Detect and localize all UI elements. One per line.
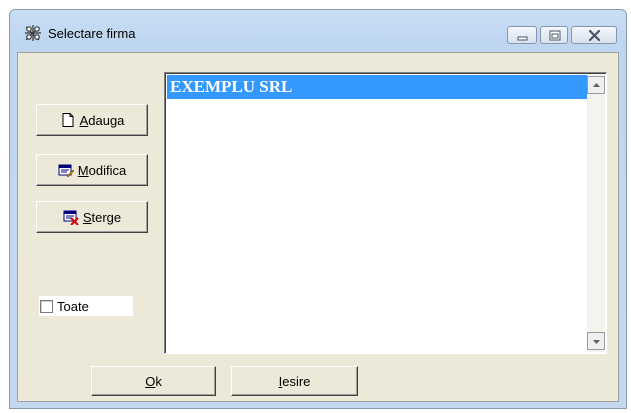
minimize-button[interactable]	[507, 26, 537, 44]
dialog-client-area: Adauga Modifica Sterge Toate EXEMPLU SRL…	[17, 52, 619, 402]
exit-button-label: Iesire	[278, 373, 311, 389]
window-title: Selectare firma	[48, 26, 136, 41]
list-item[interactable]: EXEMPLU SRL	[167, 75, 587, 99]
modify-button[interactable]: Modifica	[36, 154, 148, 186]
maximize-button[interactable]	[540, 26, 568, 44]
add-button[interactable]: Adauga	[36, 104, 148, 136]
add-button-label: Adauga	[79, 112, 125, 128]
vertical-scrollbar[interactable]	[587, 74, 605, 352]
delete-form-icon	[63, 210, 79, 225]
scroll-down-button[interactable]	[587, 332, 605, 350]
delete-button[interactable]: Sterge	[36, 201, 148, 233]
maximize-icon	[549, 30, 561, 41]
show-all-checkbox-row[interactable]: Toate	[39, 296, 133, 316]
arrow-up-icon	[593, 83, 600, 87]
company-listbox[interactable]: EXEMPLU SRL	[164, 72, 607, 354]
modify-button-label: Modifica	[77, 162, 127, 178]
ok-button[interactable]: Ok	[91, 366, 216, 396]
title-bar[interactable]: Selectare firma	[10, 10, 626, 44]
show-all-label: Toate	[57, 298, 89, 314]
edit-form-icon	[58, 164, 74, 178]
exit-button[interactable]: Iesire	[231, 366, 358, 396]
ok-button-label: Ok	[145, 373, 162, 389]
show-all-checkbox[interactable]	[40, 299, 53, 313]
company-select-window: Selectare firma Adauga Modifica Sterge T…	[9, 9, 627, 409]
scroll-up-button[interactable]	[587, 76, 605, 94]
minimize-icon	[517, 36, 528, 41]
arrow-down-icon	[593, 340, 600, 344]
network-tools-icon	[25, 25, 41, 41]
delete-button-label: Sterge	[82, 209, 122, 225]
close-icon	[588, 29, 601, 42]
new-document-icon	[62, 113, 74, 127]
close-button[interactable]	[571, 26, 617, 44]
